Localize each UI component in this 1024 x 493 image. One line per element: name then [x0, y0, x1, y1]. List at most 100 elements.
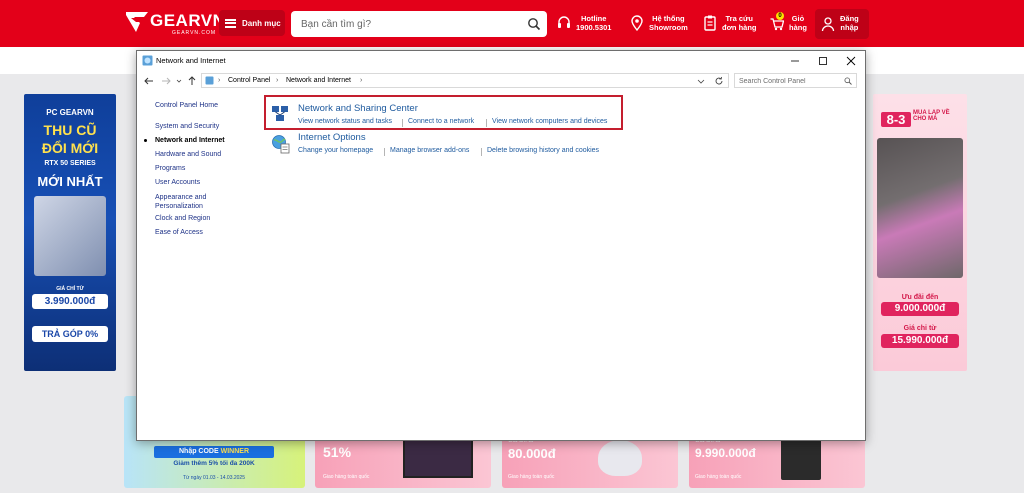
category-menu-label: Danh mục	[242, 18, 281, 28]
pc-case-image	[34, 196, 106, 276]
site-search-input[interactable]	[301, 15, 521, 33]
showroom-item[interactable]: Hệ thống Showroom	[630, 12, 692, 36]
search-icon[interactable]	[527, 17, 541, 31]
strip4-sub: Giao hàng toàn quốc	[695, 474, 742, 480]
address-bar[interactable]: › Control Panel › Network and Internet ›	[201, 73, 729, 88]
active-bullet	[144, 139, 147, 142]
right-promo-banner[interactable]: 8-3 MUA LAP VỀ CHO MÁ Ưu đãi đến 9.000.0…	[873, 94, 967, 371]
category-menu-button[interactable]: Danh mục	[219, 10, 285, 36]
left-banner-line1: THU CŨ	[43, 122, 97, 138]
link-divider	[384, 148, 385, 156]
breadcrumb-control-panel[interactable]: Control Panel	[228, 77, 270, 84]
left-banner-price: 3.990.000đ	[32, 294, 108, 309]
sidebar-item-programs[interactable]: Programs	[155, 164, 185, 173]
close-icon[interactable]	[837, 51, 865, 71]
left-banner-installment: TRẢ GÓP 0%	[32, 326, 108, 342]
cart-line2: hàng	[789, 23, 807, 32]
headset-icon	[558, 16, 570, 28]
right-banner-tag: MUA LAP VỀ CHO MÁ	[913, 110, 950, 122]
internet-options-icon	[272, 135, 290, 154]
breadcrumb-network-and-internet[interactable]: Network and Internet	[286, 77, 351, 84]
user-icon	[821, 17, 835, 32]
cart-item[interactable]: 0 Giỏ hàng	[770, 12, 810, 36]
left-banner-line2: ĐỔI MỚI	[41, 140, 99, 156]
sidebar-item-clock-and-region[interactable]: Clock and Region	[155, 214, 210, 223]
search-icon[interactable]	[844, 77, 852, 85]
hotline-number: 1900.5301	[576, 23, 612, 32]
promo-dates: Từ ngày 01.03 - 14.03.2025	[182, 475, 245, 481]
sidebar-item-network-and-internet[interactable]: Network and Internet	[155, 136, 225, 145]
refresh-icon[interactable]	[714, 76, 724, 86]
strip2-sub: Giao hàng toàn quốc	[323, 474, 370, 480]
site-header: GEARVN GEARVN.COM Danh mục Hotline 1900.…	[0, 0, 1024, 47]
mouse-image	[598, 440, 642, 476]
hamburger-icon	[225, 18, 236, 28]
strip4-value: 9.990.000đ	[695, 446, 756, 460]
strip2-value: 51%	[323, 444, 352, 460]
right-banner-discount-label: Ưu đãi đến	[901, 294, 939, 301]
hotline-item[interactable]: Hotline 1900.5301	[557, 12, 619, 36]
laptop-image	[877, 138, 963, 278]
sidebar-item-appearance[interactable]: Appearance and	[155, 193, 206, 202]
order-lookup-item[interactable]: Tra cứu đơn hàng	[703, 12, 759, 36]
sidebar-item-hardware-and-sound[interactable]: Hardware and Sound	[155, 150, 221, 159]
promo-code: WINNER	[220, 448, 249, 455]
link-manage-addons[interactable]: Manage browser add-ons	[390, 147, 469, 154]
gearvn-logo-icon	[126, 12, 148, 32]
showroom-line1: Hệ thống	[652, 14, 685, 23]
link-change-homepage[interactable]: Change your homepage	[298, 147, 373, 154]
minimize-icon[interactable]	[781, 51, 809, 71]
order-lookup-line1: Tra cứu	[725, 14, 754, 23]
monitor-image	[403, 438, 473, 478]
control-panel-search-input[interactable]	[739, 76, 839, 86]
link-delete-browsing-history[interactable]: Delete browsing history and cookies	[487, 147, 599, 154]
left-banner-brand: PC GEARVN	[46, 108, 94, 117]
address-row: › Control Panel › Network and Internet ›	[137, 72, 865, 90]
hotline-label: Hotline	[581, 14, 607, 23]
link-divider	[481, 148, 482, 156]
control-panel-icon	[142, 55, 153, 66]
right-banner-price-label: Giá chỉ từ	[903, 325, 937, 332]
internet-options-title[interactable]: Internet Options	[298, 132, 366, 143]
showroom-line2: Showroom	[649, 23, 688, 32]
strip3-sub: Giao hàng toàn quốc	[508, 474, 555, 480]
breadcrumb-separator-icon: ›	[276, 77, 279, 84]
highlight-box	[264, 95, 623, 130]
logo-brand-text: GEARVN	[150, 11, 226, 30]
control-panel-search	[734, 73, 857, 88]
back-arrow-icon[interactable]	[144, 76, 154, 86]
cart-count-badge: 0	[776, 12, 784, 20]
sidebar-item-system-and-security[interactable]: System and Security	[155, 122, 219, 131]
window-titlebar[interactable]: Network and Internet	[137, 51, 865, 71]
logo-domain-text: GEARVN.COM	[172, 30, 217, 36]
category-internet-options: Internet Options Change your homepage Ma…	[271, 132, 631, 158]
location-pin-icon	[631, 15, 643, 31]
sidebar-control-panel-home[interactable]: Control Panel Home	[155, 101, 218, 110]
right-banner-headline: 8-3	[881, 112, 911, 127]
promo-desc: Giảm thêm 5% tối đa 200K	[173, 460, 255, 467]
login-line2: nhập	[840, 23, 859, 32]
promo-code-label: Nhập CODE	[178, 448, 219, 455]
right-banner-discount: 9.000.000đ	[881, 302, 959, 316]
sidebar-item-personalization[interactable]: Personalization	[155, 202, 203, 211]
clipboard-icon	[704, 15, 716, 31]
control-panel-window: Network and Internet › Control Panel › N…	[136, 50, 866, 441]
right-banner-price: 15.990.000đ	[881, 334, 959, 348]
breadcrumb-separator-icon: ›	[218, 77, 221, 84]
left-promo-banner[interactable]: PC GEARVN THU CŨ ĐỔI MỚI RTX 50 SERIES M…	[24, 94, 116, 371]
login-button[interactable]: Đăng nhập	[815, 9, 869, 39]
up-arrow-icon[interactable]	[187, 76, 197, 86]
sidebar-item-user-accounts[interactable]: User Accounts	[155, 178, 200, 187]
breadcrumb-separator-icon: ›	[360, 77, 363, 84]
login-line1: Đăng	[840, 14, 859, 23]
forward-arrow-icon[interactable]	[161, 76, 171, 86]
maximize-icon[interactable]	[809, 51, 837, 71]
cart-line1: Giỏ	[791, 14, 805, 23]
dropdown-chevron-icon[interactable]	[697, 77, 705, 85]
recent-locations-chevron-icon[interactable]	[176, 76, 182, 86]
pc-case-image	[781, 436, 821, 480]
strip3-value: 80.000đ	[508, 446, 556, 461]
gearvn-logo[interactable]: GEARVN GEARVN.COM	[126, 10, 225, 38]
window-title: Network and Internet	[156, 56, 226, 65]
sidebar-item-ease-of-access[interactable]: Ease of Access	[155, 228, 203, 237]
